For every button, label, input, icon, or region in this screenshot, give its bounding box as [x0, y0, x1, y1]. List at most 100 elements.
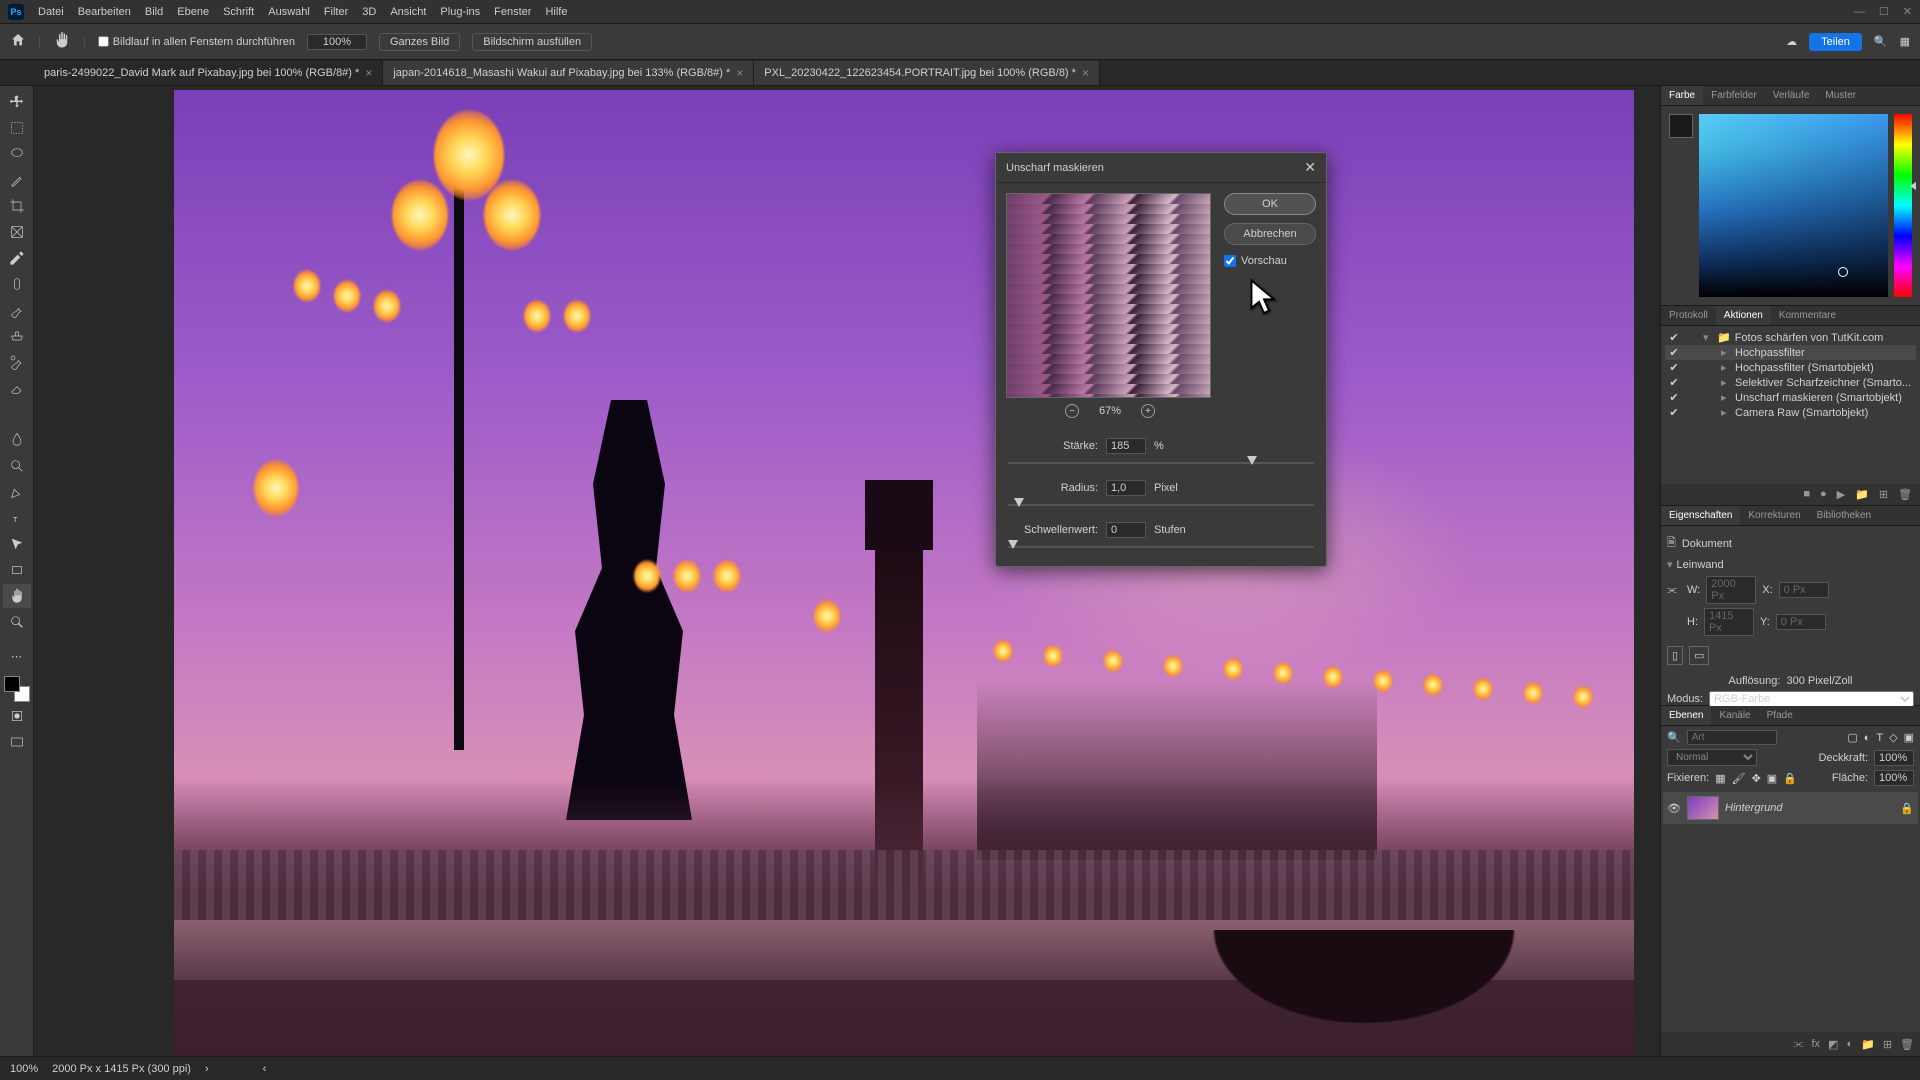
document-tab[interactable]: paris-2499022_David Mark auf Pixabay.jpg…: [34, 61, 383, 85]
ok-button[interactable]: OK: [1224, 193, 1316, 215]
menu-auswahl[interactable]: Auswahl: [268, 6, 310, 18]
menu-3d[interactable]: 3D: [362, 6, 376, 18]
color-swatches[interactable]: [4, 676, 30, 702]
layer-lock-icon[interactable]: 🔒: [1900, 802, 1914, 815]
tab-farbfelder[interactable]: Farbfelder: [1703, 86, 1765, 105]
chevron-right-icon[interactable]: ›: [205, 1063, 209, 1075]
hand-tool-icon[interactable]: [53, 31, 71, 52]
status-dimensions[interactable]: 2000 Px x 1415 Px (300 ppi): [52, 1063, 191, 1075]
preview-checkbox[interactable]: Vorschau: [1224, 255, 1316, 267]
tab-close-icon[interactable]: ×: [365, 66, 372, 80]
new-action-icon[interactable]: ⊞: [1879, 488, 1888, 501]
brush-tool-icon[interactable]: [3, 298, 31, 322]
eraser-tool-icon[interactable]: [3, 376, 31, 400]
quick-mask-icon[interactable]: [3, 704, 31, 728]
filter-smart-icon[interactable]: ▣: [1904, 731, 1914, 744]
tab-pfade[interactable]: Pfade: [1759, 706, 1801, 725]
opacity-field[interactable]: 100%: [1874, 750, 1914, 766]
tab-aktionen[interactable]: Aktionen: [1716, 306, 1771, 325]
tab-bibliotheken[interactable]: Bibliotheken: [1809, 506, 1879, 525]
tab-eigenschaften[interactable]: Eigenschaften: [1661, 506, 1740, 525]
screen-mode-icon[interactable]: [3, 730, 31, 754]
layer-name[interactable]: Hintergrund: [1725, 802, 1782, 814]
filter-adjust-icon[interactable]: ◐: [1864, 732, 1871, 744]
threshold-slider-thumb-icon[interactable]: [1008, 540, 1018, 549]
tab-verlaeufe[interactable]: Verläufe: [1765, 86, 1818, 105]
y-field[interactable]: 0 Px: [1776, 614, 1826, 630]
zoom-level-field[interactable]: 100%: [307, 34, 367, 50]
visibility-check-icon[interactable]: ✔: [1667, 346, 1681, 359]
eyedropper-tool-icon[interactable]: [3, 246, 31, 270]
chevron-right-icon[interactable]: ▸: [1721, 361, 1731, 374]
document-tab[interactable]: japan-2014618_Masashi Wakui auf Pixabay.…: [383, 61, 754, 85]
lock-position-icon[interactable]: ✥: [1752, 772, 1761, 785]
lock-transparent-icon[interactable]: ▦: [1715, 772, 1725, 785]
new-layer-icon[interactable]: ⊞: [1883, 1038, 1892, 1051]
threshold-field[interactable]: 0: [1106, 522, 1146, 538]
layer-mask-icon[interactable]: ◩: [1828, 1038, 1838, 1051]
chevron-right-icon[interactable]: ▸: [1721, 376, 1731, 389]
scroll-all-windows-checkbox[interactable]: Bildlauf in allen Fenstern durchführen: [98, 36, 295, 48]
tab-farbe[interactable]: Farbe: [1661, 86, 1703, 105]
tab-korrekturen[interactable]: Korrekturen: [1740, 506, 1808, 525]
height-field[interactable]: 1415 Px: [1704, 608, 1754, 636]
visibility-check-icon[interactable]: ✔: [1667, 331, 1681, 344]
share-button[interactable]: Teilen: [1809, 33, 1862, 51]
edit-toolbar-icon[interactable]: ⋯: [3, 644, 31, 668]
magic-wand-tool-icon[interactable]: [3, 168, 31, 192]
link-layers-icon[interactable]: ⫘: [1794, 1038, 1804, 1051]
chevron-down-icon[interactable]: ▾: [1703, 331, 1713, 344]
workspace-icon[interactable]: ▦: [1900, 35, 1910, 48]
blend-mode-select[interactable]: Normal: [1667, 749, 1757, 766]
play-icon[interactable]: ▶: [1837, 488, 1845, 501]
dodge-tool-icon[interactable]: [3, 454, 31, 478]
visibility-check-icon[interactable]: ✔: [1667, 361, 1681, 374]
visibility-check-icon[interactable]: ✔: [1667, 391, 1681, 404]
action-row[interactable]: ✔ ▸ Selektiver Scharfzeichner (Smarto...: [1665, 375, 1916, 390]
tab-kommentare[interactable]: Kommentare: [1771, 306, 1844, 325]
window-close-icon[interactable]: ✕: [1903, 5, 1912, 18]
lock-all-icon[interactable]: 🔒: [1783, 772, 1797, 785]
cancel-button[interactable]: Abbrechen: [1224, 223, 1316, 245]
trash-icon[interactable]: 🗑: [1898, 488, 1912, 501]
fit-whole-button[interactable]: Ganzes Bild: [379, 33, 460, 51]
pen-tool-icon[interactable]: [3, 480, 31, 504]
width-field[interactable]: 2000 Px: [1706, 576, 1756, 604]
radius-slider[interactable]: [1008, 498, 1314, 512]
radius-field[interactable]: 1,0: [1106, 480, 1146, 496]
layer-visibility-icon[interactable]: 👁: [1667, 802, 1681, 815]
color-picker-ring-icon[interactable]: [1838, 267, 1848, 277]
history-brush-tool-icon[interactable]: [3, 350, 31, 374]
trash-icon[interactable]: 🗑: [1900, 1038, 1914, 1051]
menu-plugins[interactable]: Plug-ins: [440, 6, 480, 18]
chevron-right-icon[interactable]: ▸: [1721, 346, 1731, 359]
healing-brush-tool-icon[interactable]: [3, 272, 31, 296]
menu-hilfe[interactable]: Hilfe: [545, 6, 567, 18]
amount-slider[interactable]: [1008, 456, 1314, 470]
hue-slider-thumb-icon[interactable]: [1910, 182, 1916, 190]
lock-artboard-icon[interactable]: ▣: [1767, 772, 1777, 785]
menu-datei[interactable]: Datei: [38, 6, 64, 18]
hue-slider[interactable]: [1894, 114, 1912, 297]
dialog-preview-image[interactable]: [1006, 193, 1211, 398]
foreground-sample[interactable]: [1669, 114, 1693, 138]
rectangle-tool-icon[interactable]: [3, 558, 31, 582]
fill-field[interactable]: 100%: [1874, 770, 1914, 786]
menu-schrift[interactable]: Schrift: [223, 6, 254, 18]
group-icon[interactable]: 📁: [1861, 1038, 1875, 1051]
canvas-section-header[interactable]: ▾ Leinwand: [1667, 555, 1914, 574]
document-tab[interactable]: PXL_20230422_122623454.PORTRAIT.jpg bei …: [754, 61, 1100, 85]
link-icon[interactable]: ⫘: [1667, 584, 1681, 597]
color-field[interactable]: [1699, 114, 1888, 297]
tab-muster[interactable]: Muster: [1817, 86, 1864, 105]
amount-field[interactable]: 185: [1106, 438, 1146, 454]
clone-stamp-tool-icon[interactable]: [3, 324, 31, 348]
marquee-tool-icon[interactable]: [3, 116, 31, 140]
zoom-out-icon[interactable]: −: [1065, 404, 1079, 418]
threshold-slider[interactable]: [1008, 540, 1314, 554]
x-field[interactable]: 0 Px: [1779, 582, 1829, 598]
search-icon[interactable]: 🔍: [1874, 35, 1888, 48]
action-set-row[interactable]: ✔ ▾ 📁 Fotos schärfen von TutKit.com: [1665, 330, 1916, 345]
menu-bild[interactable]: Bild: [145, 6, 163, 18]
layer-row[interactable]: 👁 Hintergrund 🔒: [1663, 792, 1918, 824]
